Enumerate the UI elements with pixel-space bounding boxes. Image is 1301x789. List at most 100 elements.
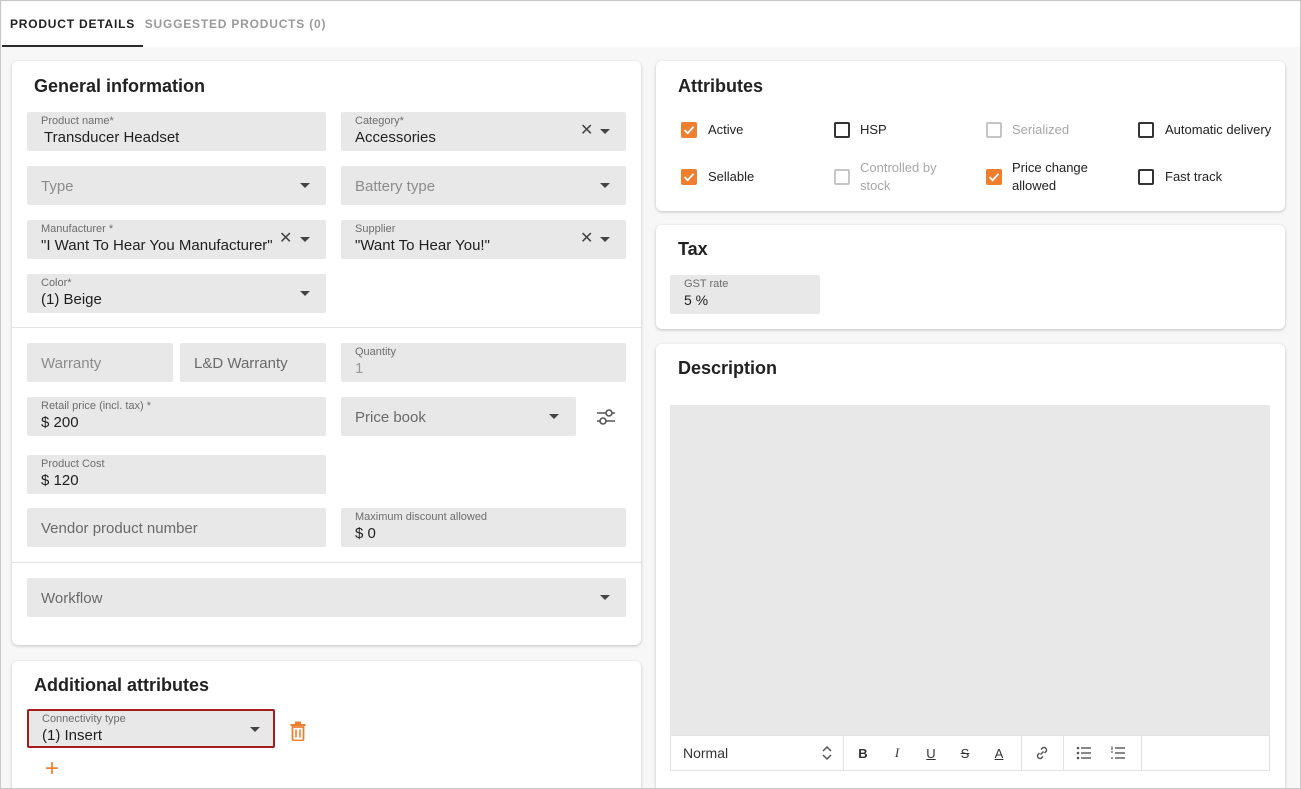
attributes-card: Attributes Active HSP Serialized Automat…: [656, 61, 1285, 211]
product-cost-field[interactable]: Product Cost $ 120: [27, 455, 326, 494]
chevron-down-icon[interactable]: [300, 291, 310, 296]
strikethrough-button[interactable]: S: [951, 736, 979, 770]
bullet-list-icon[interactable]: [1070, 736, 1098, 770]
field-placeholder: Vendor product number: [41, 520, 198, 537]
section-title: Tax: [678, 239, 708, 259]
field-label: Quantity: [355, 346, 396, 358]
description-editor[interactable]: [670, 405, 1270, 735]
battery-type-select[interactable]: Battery type: [341, 166, 626, 205]
checkbox-label: Active: [708, 122, 744, 137]
checkbox-label: Automatic delivery: [1165, 122, 1272, 137]
vendor-product-number-field[interactable]: Vendor product number: [27, 508, 326, 547]
clear-icon[interactable]: ✕: [580, 122, 593, 140]
field-placeholder: L&D Warranty: [194, 355, 288, 372]
gst-rate-field[interactable]: GST rate 5 %: [670, 275, 820, 314]
trash-icon[interactable]: [289, 721, 307, 742]
field-value: 5 %: [684, 292, 709, 308]
chevron-down-icon[interactable]: [300, 183, 310, 188]
max-discount-field[interactable]: Maximum discount allowed $ 0: [341, 508, 626, 547]
field-label: Product Cost: [41, 458, 105, 470]
field-label: Supplier: [355, 223, 396, 235]
manufacturer-select[interactable]: Manufacturer * "I Want To Hear You Manuf…: [27, 220, 326, 259]
checkbox-label: Fast track: [1165, 169, 1223, 184]
editor-toolbar: Normal B I U S A: [670, 735, 1270, 771]
field-label: Product name*: [41, 115, 114, 127]
checkbox-label: HSP: [860, 122, 887, 137]
text-color-button[interactable]: A: [985, 736, 1013, 770]
price-change-allowed-checkbox[interactable]: [986, 169, 1002, 185]
type-select[interactable]: Type: [27, 166, 326, 205]
section-title: Additional attributes: [34, 675, 209, 695]
chevron-down-icon[interactable]: [600, 129, 610, 134]
serialized-checkbox: [986, 122, 1002, 138]
text-style-select[interactable]: Normal: [683, 745, 728, 761]
field-value: "Want To Hear You!": [355, 237, 490, 254]
field-placeholder: Price book: [355, 409, 426, 426]
checkbox-label: Serialized: [1012, 122, 1070, 137]
field-placeholder: Workflow: [41, 590, 103, 607]
general-information-card: General information Product name* Transd…: [12, 61, 641, 645]
chevron-down-icon[interactable]: [549, 414, 559, 419]
active-tab-indicator: [2, 45, 143, 47]
field-label: Maximum discount allowed: [355, 511, 488, 523]
chevron-down-icon[interactable]: [250, 727, 260, 732]
toolbar-separator: [1021, 736, 1022, 770]
link-icon[interactable]: [1028, 736, 1056, 770]
chevron-updown-icon[interactable]: [821, 745, 833, 761]
category-select[interactable]: Category* Accessories ✕: [341, 112, 626, 151]
price-book-select[interactable]: Price book: [341, 397, 576, 436]
section-title: General information: [34, 76, 206, 96]
chevron-down-icon[interactable]: [300, 237, 310, 242]
warranty-field[interactable]: Warranty: [27, 343, 173, 382]
field-placeholder: Battery type: [355, 178, 436, 195]
active-checkbox[interactable]: [681, 122, 697, 138]
retail-price-field[interactable]: Retail price (incl. tax) * $ 200: [27, 397, 326, 436]
checkbox-label: Price change allowed: [1012, 160, 1088, 193]
field-placeholder: Warranty: [41, 355, 102, 372]
quantity-field: Quantity 1: [341, 343, 626, 382]
clear-icon[interactable]: ✕: [279, 230, 292, 248]
automatic-delivery-checkbox[interactable]: [1138, 122, 1154, 138]
tab-bar: PRODUCT DETAILS SUGGESTED PRODUCTS (0): [2, 2, 1300, 47]
field-label: Category*: [355, 115, 404, 127]
tab-label: SUGGESTED PRODUCTS (0): [144, 17, 327, 31]
workflow-select[interactable]: Workflow: [27, 578, 626, 617]
connectivity-type-select[interactable]: Connectivity type (1) Insert: [27, 709, 275, 748]
color-select[interactable]: Color* (1) Beige: [27, 274, 326, 313]
add-attribute-button[interactable]: +: [45, 757, 59, 781]
sellable-checkbox[interactable]: [681, 169, 697, 185]
tax-card: Tax GST rate 5 %: [656, 225, 1285, 329]
app-frame: PRODUCT DETAILS SUGGESTED PRODUCTS (0) G…: [0, 0, 1301, 789]
field-label: Color*: [41, 277, 72, 289]
field-value: (1) Insert: [42, 727, 103, 744]
description-card: Description Normal B I U S A: [656, 344, 1285, 788]
chevron-down-icon[interactable]: [600, 595, 610, 600]
toolbar-separator: [1063, 736, 1064, 770]
section-title: Attributes: [678, 76, 763, 96]
fast-track-checkbox[interactable]: [1138, 169, 1154, 185]
chevron-down-icon[interactable]: [600, 183, 610, 188]
bold-button[interactable]: B: [849, 736, 877, 770]
controlled-by-stock-checkbox: [834, 169, 850, 185]
checkbox-label: Controlled by stock: [860, 160, 937, 193]
field-label: GST rate: [684, 278, 729, 290]
ld-warranty-field[interactable]: L&D Warranty: [180, 343, 326, 382]
field-value: Transducer Headset: [44, 129, 180, 146]
field-value: "I Want To Hear You Manufacturer": [41, 237, 273, 254]
additional-attributes-card: Additional attributes Connectivity type …: [12, 661, 641, 788]
supplier-select[interactable]: Supplier "Want To Hear You!" ✕: [341, 220, 626, 259]
field-value: Accessories: [355, 129, 436, 146]
clear-icon[interactable]: ✕: [580, 230, 593, 248]
hsp-checkbox[interactable]: [834, 122, 850, 138]
product-name-field[interactable]: Product name* Transducer Headset: [27, 112, 326, 151]
toolbar-separator: [843, 736, 844, 770]
sliders-icon[interactable]: [595, 407, 617, 427]
tab-label: PRODUCT DETAILS: [9, 17, 136, 31]
field-label: Retail price (incl. tax) *: [41, 400, 152, 412]
numbered-list-icon[interactable]: [1104, 736, 1132, 770]
chevron-down-icon[interactable]: [600, 237, 610, 242]
italic-button[interactable]: I: [883, 736, 911, 770]
tab-product-details[interactable]: PRODUCT DETAILS: [2, 2, 143, 47]
underline-button[interactable]: U: [917, 736, 945, 770]
tab-suggested-products[interactable]: SUGGESTED PRODUCTS (0): [143, 2, 328, 47]
